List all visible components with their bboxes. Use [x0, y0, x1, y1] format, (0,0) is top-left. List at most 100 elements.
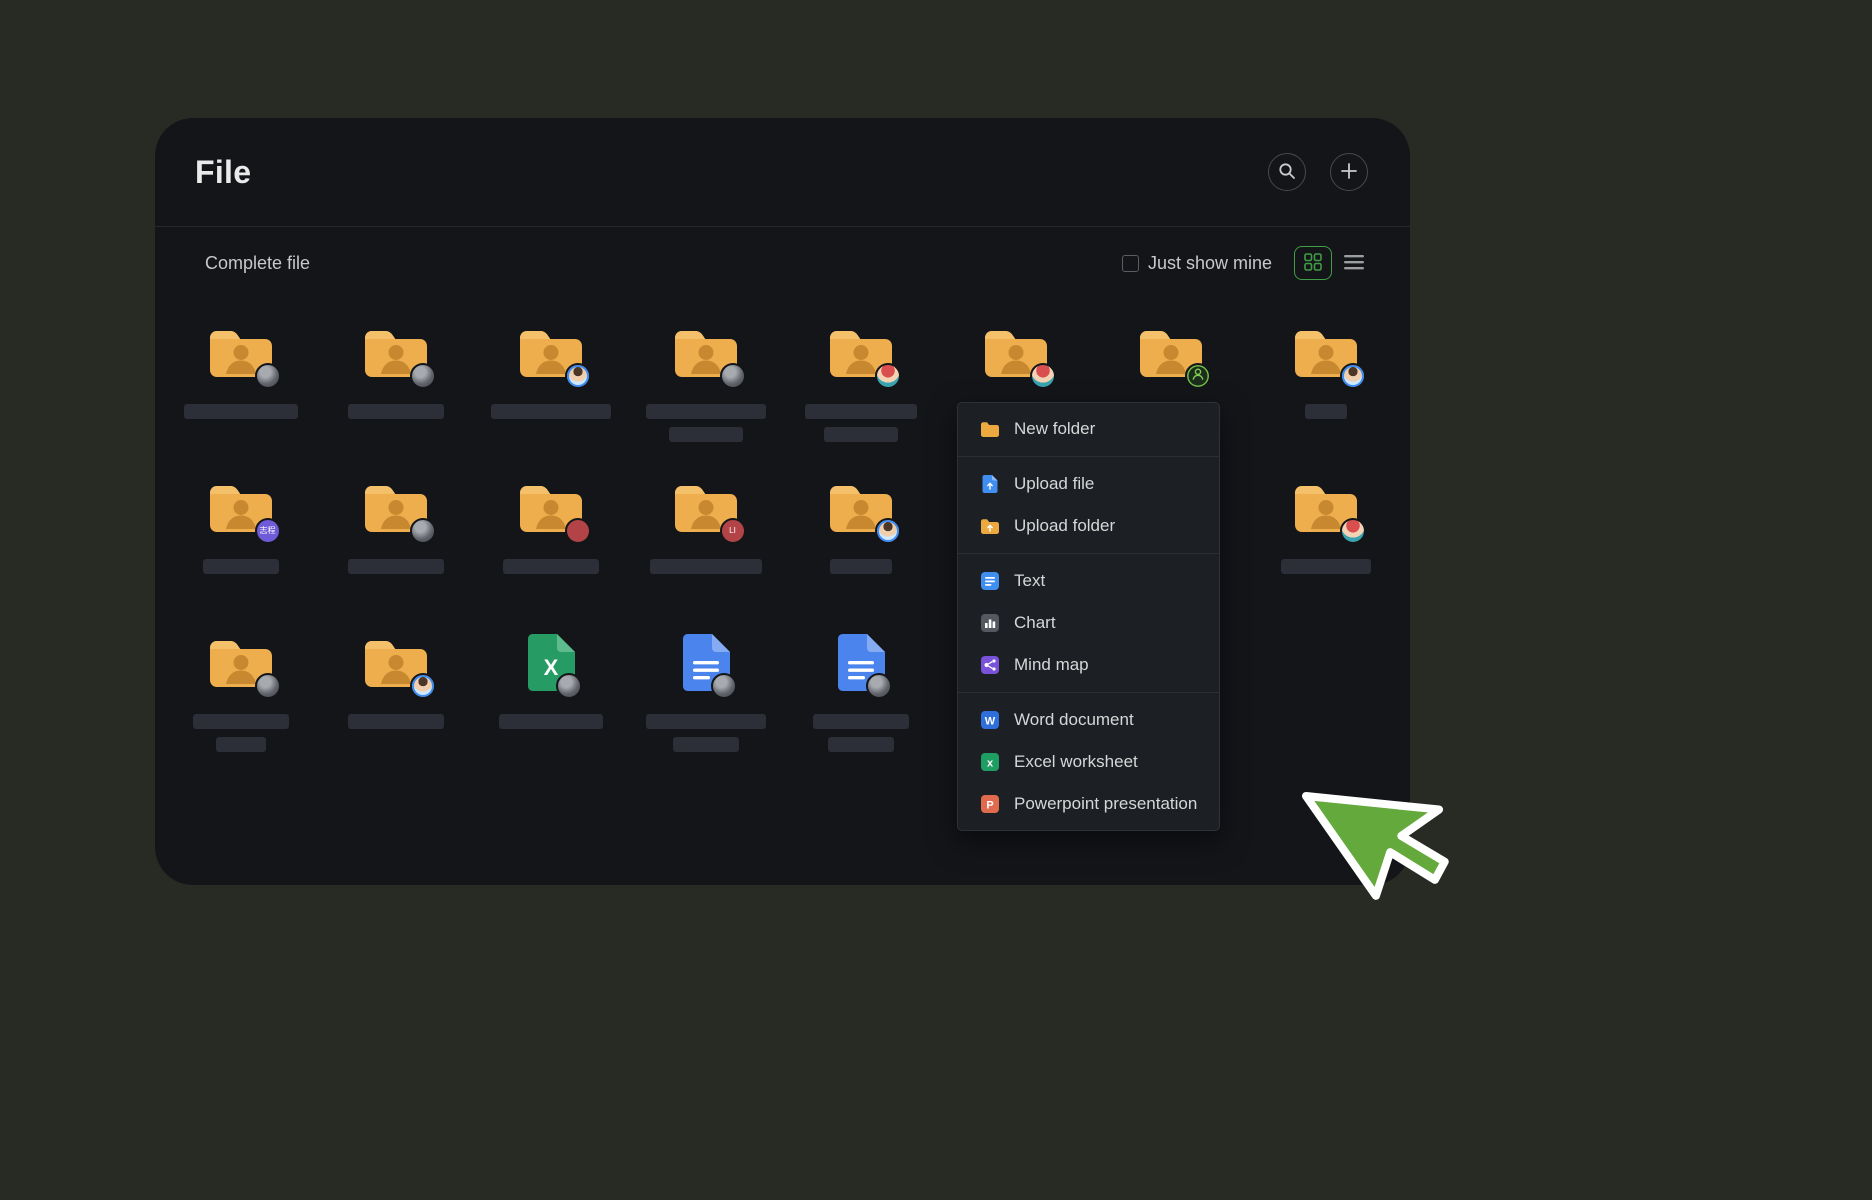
menu-item-excel-worksheet[interactable]: x Excel worksheet — [958, 741, 1219, 783]
menu-item-new-folder[interactable]: New folder — [958, 408, 1219, 450]
file-icon-wrap — [1136, 322, 1206, 382]
file-name-placeholder — [184, 404, 298, 419]
add-button[interactable] — [1330, 153, 1368, 191]
owner-avatar-badge — [1030, 363, 1056, 389]
owner-avatar-badge: LI — [720, 518, 746, 544]
file-name-placeholder — [830, 559, 892, 574]
menu-item-powerpoint-presentation[interactable]: P Powerpoint presentation — [958, 783, 1219, 825]
file-label — [348, 714, 444, 729]
file-icon-wrap — [361, 322, 431, 382]
grid-item-folder[interactable] — [628, 314, 783, 442]
owner-avatar-badge — [875, 518, 901, 544]
owner-avatar-badge — [410, 518, 436, 544]
toolbar: Complete file Just show mine — [155, 227, 1410, 299]
grid-item-excel[interactable]: X — [473, 624, 628, 729]
file-icon-wrap — [361, 477, 431, 537]
powerpoint-icon: P — [980, 794, 1000, 814]
just-show-mine-label: Just show mine — [1148, 253, 1272, 274]
owner-avatar-badge — [866, 673, 892, 699]
grid-item-doc[interactable] — [783, 624, 938, 752]
file-name-placeholder — [805, 404, 917, 419]
file-icon-wrap — [671, 322, 741, 382]
grid-item-folder[interactable] — [473, 314, 628, 419]
grid-item-doc[interactable] — [628, 624, 783, 752]
svg-text:W: W — [985, 716, 996, 728]
owner-avatar-badge — [1185, 363, 1211, 389]
menu-item-text[interactable]: Text — [958, 560, 1219, 602]
file-label — [1281, 559, 1371, 574]
file-icon-wrap: X — [525, 632, 577, 692]
svg-text:P: P — [986, 800, 993, 812]
grid-item-folder[interactable]: 志程 — [163, 469, 318, 574]
owner-avatar-badge: 志程 — [255, 518, 281, 544]
file-icon-wrap: 志程 — [206, 477, 276, 537]
section-label: Complete file — [205, 253, 310, 274]
grid-item-folder[interactable] — [1248, 469, 1403, 574]
grid-item-folder[interactable] — [318, 624, 473, 729]
grid-item-folder[interactable] — [783, 469, 938, 574]
owner-avatar-badge — [720, 363, 746, 389]
grid-item-folder[interactable] — [163, 314, 318, 419]
toolbar-right: Just show mine — [1122, 246, 1364, 280]
list-view-button[interactable] — [1344, 254, 1364, 273]
menu-divider — [958, 553, 1219, 554]
menu-item-upload-folder[interactable]: Upload folder — [958, 505, 1219, 547]
file-icon-wrap — [516, 477, 586, 537]
menu-item-word-document[interactable]: W Word document — [958, 699, 1219, 741]
file-label — [348, 559, 444, 574]
grid-view-button[interactable] — [1294, 246, 1332, 280]
grid-item-folder[interactable] — [163, 624, 318, 752]
grid-item-folder[interactable] — [1248, 314, 1403, 419]
file-label — [805, 404, 917, 442]
upload-file-icon — [980, 474, 1000, 494]
owner-avatar-badge — [255, 363, 281, 389]
search-button[interactable] — [1268, 153, 1306, 191]
owner-avatar-badge — [1340, 518, 1366, 544]
menu-divider — [958, 456, 1219, 457]
file-icon-wrap — [835, 632, 887, 692]
header-actions — [1268, 153, 1368, 191]
owner-avatar-badge — [1340, 363, 1366, 389]
grid-item-folder[interactable] — [473, 469, 628, 574]
file-name-placeholder — [646, 714, 766, 729]
upload-folder-icon — [980, 516, 1000, 536]
file-name-placeholder — [1281, 559, 1371, 574]
file-label — [203, 559, 279, 574]
file-label — [491, 404, 611, 419]
grid-item-folder[interactable] — [1093, 314, 1248, 404]
menu-item-label: Upload file — [1014, 474, 1094, 494]
file-icon-wrap — [826, 322, 896, 382]
file-icon-wrap — [680, 632, 732, 692]
file-label — [1305, 404, 1347, 419]
file-label — [646, 714, 766, 752]
just-show-mine-checkbox[interactable] — [1122, 255, 1139, 272]
menu-divider — [958, 692, 1219, 693]
file-label — [646, 404, 766, 442]
grid-item-folder[interactable] — [318, 314, 473, 419]
menu-item-upload-file[interactable]: Upload file — [958, 463, 1219, 505]
grid-item-folder[interactable] — [783, 314, 938, 442]
menu-item-label: Word document — [1014, 710, 1134, 730]
grid-item-folder[interactable] — [318, 469, 473, 574]
owner-avatar-badge — [556, 673, 582, 699]
file-icon-wrap — [516, 322, 586, 382]
file-name-placeholder — [203, 559, 279, 574]
menu-item-chart[interactable]: Chart — [958, 602, 1219, 644]
file-label — [499, 714, 603, 729]
file-name-placeholder — [824, 427, 898, 442]
file-name-placeholder — [1305, 404, 1347, 419]
menu-item-mind-map[interactable]: Mind map — [958, 644, 1219, 686]
file-label — [650, 559, 762, 574]
text-icon — [980, 571, 1000, 591]
file-label — [830, 559, 892, 574]
grid-item-folder[interactable] — [938, 314, 1093, 404]
file-name-placeholder — [650, 559, 762, 574]
file-name-placeholder — [503, 559, 599, 574]
grid-item-folder[interactable]: LI — [628, 469, 783, 574]
menu-item-label: Powerpoint presentation — [1014, 794, 1197, 814]
plus-icon — [1340, 162, 1358, 183]
avatar-initials: 志程 — [260, 527, 276, 535]
shared-users-icon — [1191, 367, 1205, 386]
file-manager-window: File Complete file Just sho — [155, 118, 1410, 885]
file-icon-wrap — [981, 322, 1051, 382]
